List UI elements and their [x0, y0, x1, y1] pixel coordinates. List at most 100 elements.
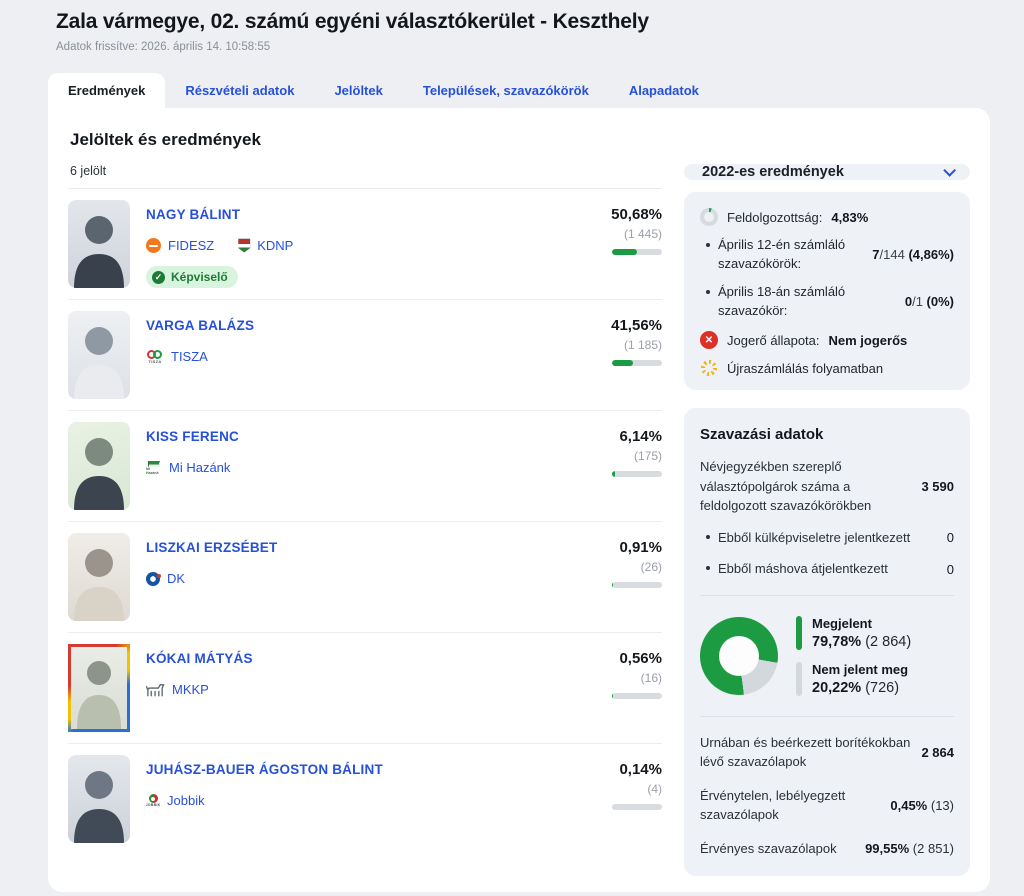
- vote-count: (16): [570, 671, 662, 685]
- registered-sub-item: Ebből máshova átjelentkezett 0: [706, 559, 954, 579]
- tab-reszveteli-adatok[interactable]: Részvételi adatok: [165, 73, 314, 108]
- sub-item-label: Ebből máshova átjelentkezett: [718, 559, 939, 579]
- red-x-icon: ✕: [700, 331, 718, 349]
- sub-item-value: 0: [947, 562, 954, 577]
- data-updated-timestamp: Adatok frissítve: 2026. április 14. 10:5…: [56, 41, 990, 53]
- tisza-logo-icon: TISZA: [146, 349, 164, 364]
- counting-stations-item: Április 18-án számláló szavazókör: 0/1 (…: [706, 283, 954, 321]
- candidate-row: VARGA BALÁZS TISZA TISZA 41,56% (1 185): [68, 300, 662, 411]
- ballots-section: Urnában és beérkezett borítékokban lévő …: [700, 733, 954, 859]
- sub-item-value: 0: [947, 530, 954, 545]
- tab-eredmenyek[interactable]: Eredmények: [48, 73, 165, 108]
- sub-item-label: Ebből külképviseletre jelentkezett: [718, 528, 939, 548]
- party-link-dk[interactable]: DK: [146, 571, 185, 586]
- processing-status-panel: Feldolgozottság: 4,83% Április 12-én szá…: [684, 192, 970, 390]
- vote-count: (1 185): [570, 338, 662, 352]
- elected-badge-label: Képviselő: [171, 270, 228, 284]
- voting-data-panel: Szavazási adatok Névjegyzékben szereplő …: [684, 408, 970, 876]
- legend-absent: Nem jelent meg 20,22% (726): [796, 662, 911, 696]
- registered-voters-label: Névjegyzékben szereplő választópolgárok …: [700, 457, 911, 516]
- kdnp-logo-icon: [238, 239, 250, 253]
- legal-status-value: Nem jogerős: [829, 333, 908, 348]
- candidate-photo[interactable]: [68, 311, 130, 399]
- processing-donut-icon: [700, 208, 718, 226]
- page-header: Zala vármegye, 02. számú egyéni választó…: [0, 0, 1024, 53]
- section-title: Jelöltek és eredmények: [70, 130, 662, 150]
- legal-status-label: Jogerő állapota:: [727, 333, 820, 348]
- ballots-value: 2 864: [921, 745, 954, 760]
- party-link-fidesz[interactable]: FIDESZ: [146, 238, 214, 253]
- party-name: FIDESZ: [168, 238, 214, 253]
- candidate-photo[interactable]: [68, 755, 130, 843]
- dropdown-label: 2022-es eredmények: [702, 164, 844, 180]
- candidate-name-link[interactable]: LISZKAI ERZSÉBET: [146, 540, 277, 555]
- processing-value: 4,83%: [831, 210, 868, 225]
- processing-label: Feldolgozottság:: [727, 210, 822, 225]
- bullet-icon: [706, 290, 710, 294]
- vote-percent: 6,14%: [570, 428, 662, 445]
- divider: [700, 716, 954, 717]
- vote-progressbar: [612, 360, 662, 366]
- vote-percent: 0,91%: [570, 539, 662, 556]
- candidate-name-link[interactable]: KISS FERENC: [146, 429, 239, 444]
- candidate-name-link[interactable]: NAGY BÁLINT: [146, 207, 240, 222]
- candidate-name-link[interactable]: KÓKAI MÁTYÁS: [146, 651, 253, 666]
- candidate-photo[interactable]: [68, 422, 130, 510]
- party-name: Jobbik: [167, 793, 205, 808]
- dk-logo-icon: [146, 572, 160, 586]
- vote-count: (1 445): [570, 227, 662, 241]
- counting-stations-item: Április 12-én számláló szavazókörök: 7/1…: [706, 236, 954, 274]
- item-value: 0/1 (0%): [905, 294, 954, 309]
- divider: [700, 595, 954, 596]
- party-name: TISZA: [171, 349, 208, 364]
- ballots-value: 0,45% (13): [890, 798, 954, 813]
- registered-voters-value: 3 590: [921, 479, 954, 494]
- candidate-name-link[interactable]: JUHÁSZ-BAUER ÁGOSTON BÁLINT: [146, 762, 383, 777]
- recount-label: Újraszámlálás folyamatban: [727, 361, 883, 376]
- vote-percent: 41,56%: [570, 317, 662, 334]
- item-label: Április 12-én számláló szavazókörök:: [718, 236, 864, 274]
- candidate-row: LISZKAI ERZSÉBET DK 0,91% (26): [68, 522, 662, 633]
- candidate-photo[interactable]: [68, 200, 130, 288]
- vote-progressbar: [612, 693, 662, 699]
- item-label: Április 18-án számláló szavazókör:: [718, 283, 897, 321]
- bullet-icon: [706, 243, 710, 247]
- tab-bar: Eredmények Részvételi adatok Jelöltek Te…: [48, 73, 990, 108]
- party-link-mkkp[interactable]: MKKP: [146, 682, 209, 697]
- party-link-mihazank[interactable]: Mi Hazánk Mi Hazánk: [146, 460, 230, 475]
- party-link-kdnp[interactable]: KDNP: [238, 238, 293, 253]
- ballots-label: Urnában és beérkezett borítékokban lévő …: [700, 733, 911, 772]
- party-link-tisza[interactable]: TISZA TISZA: [146, 349, 208, 364]
- party-name: KDNP: [257, 238, 293, 253]
- voting-data-heading: Szavazási adatok: [700, 426, 954, 443]
- vote-progressbar: [612, 249, 662, 255]
- turnout-donut: [700, 617, 778, 695]
- content-card: Jelöltek és eredmények 6 jelölt NAGY BÁL…: [48, 108, 990, 892]
- vote-count: (4): [570, 782, 662, 796]
- vote-count: (26): [570, 560, 662, 574]
- vote-percent: 0,14%: [570, 761, 662, 778]
- fidesz-logo-icon: [146, 238, 161, 253]
- tab-jeloltek[interactable]: Jelöltek: [314, 73, 402, 108]
- previous-results-dropdown[interactable]: 2022-es eredmények: [684, 164, 970, 180]
- vote-percent: 50,68%: [570, 206, 662, 223]
- tab-telepulesek-szavazokorok[interactable]: Települések, szavazókörök: [403, 73, 609, 108]
- ballots-value: 99,55% (2 851): [865, 841, 954, 856]
- elected-badge: ✓ Képviselő: [146, 266, 238, 288]
- party-name: Mi Hazánk: [169, 460, 230, 475]
- party-name: MKKP: [172, 682, 209, 697]
- candidate-photo[interactable]: [68, 644, 130, 732]
- party-link-jobbik[interactable]: JOBBIK Jobbik: [146, 793, 205, 808]
- bullet-icon: [706, 566, 710, 570]
- mi-hazank-logo-icon: Mi Hazánk: [146, 461, 162, 475]
- tab-alapadatok[interactable]: Alapadatok: [609, 73, 719, 108]
- candidate-photo[interactable]: [68, 533, 130, 621]
- ballots-row: Érvényes szavazólapok 99,55% (2 851): [700, 839, 954, 859]
- legend-bar-gray: [796, 662, 802, 696]
- ballots-label: Érvényes szavazólapok: [700, 839, 855, 859]
- candidate-name-link[interactable]: VARGA BALÁZS: [146, 318, 254, 333]
- turnout-chart-section: Megjelent 79,78% (2 864) Nem jelent meg …: [700, 612, 954, 700]
- vote-percent: 0,56%: [570, 650, 662, 667]
- candidate-row: NAGY BÁLINT FIDESZ KDNP ✓ Képviselő: [68, 189, 662, 300]
- vote-progressbar: [612, 804, 662, 810]
